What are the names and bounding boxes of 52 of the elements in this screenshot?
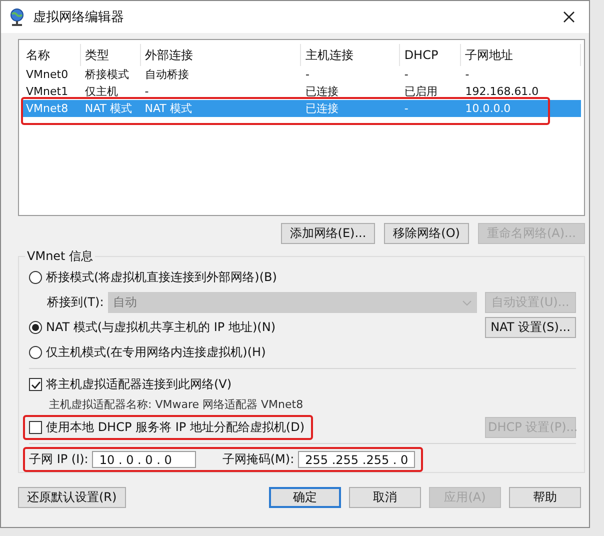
subnet-mask-field[interactable]: 255 .255 .255 . 0 <box>298 451 416 468</box>
column-header[interactable]: 主机连接 <box>301 44 400 66</box>
table-cell-text: 10.0.0.0 <box>464 102 512 115</box>
table-cell-text: 桥接模式 <box>84 67 130 82</box>
table-cell-text: NAT 模式 <box>84 101 134 116</box>
nat-settings-button[interactable]: NAT 设置(S)... <box>485 317 576 338</box>
radio-icon[interactable] <box>29 346 42 359</box>
table-cell-text: - <box>403 102 410 115</box>
adapter-name-text: 主机虚拟适配器名称: VMware 网络适配器 VMnet8 <box>48 397 304 412</box>
dhcp-option[interactable]: 使用本地 DHCP 服务将 IP 地址分配给虚拟机(D) <box>23 415 313 440</box>
column-header[interactable]: 类型 <box>80 44 141 66</box>
column-header[interactable]: 子网地址 <box>461 44 581 66</box>
table-cell-text: - <box>304 68 310 81</box>
table-cell-text: 自动桥接 <box>144 67 190 82</box>
table-cell-text: VMnet0 <box>25 68 70 81</box>
network-row[interactable]: VMnet1 仅主机 - 已连接 已启用 192.168.61.0 <box>22 83 581 100</box>
table-cell-text: 已连接 <box>304 84 340 99</box>
group-title: VMnet 信息 <box>26 248 94 265</box>
checkbox-label: 将主机虚拟适配器连接到此网络(V) <box>46 376 232 393</box>
restore-defaults-button[interactable]: 还原默认设置(R) <box>18 487 126 508</box>
dialog-button[interactable]: 帮助 <box>509 487 581 508</box>
dialog-button[interactable]: 取消 <box>349 487 421 508</box>
checkbox[interactable] <box>29 421 42 434</box>
table-cell-text: - <box>464 68 470 81</box>
globe-icon <box>9 8 25 26</box>
radio-icon[interactable] <box>29 321 42 334</box>
table-cell-text: 192.168.61.0 <box>464 85 540 98</box>
subnet-ip-field[interactable]: 10 . 0 . 0 . 0 <box>92 451 196 468</box>
chevron-icon <box>462 300 472 306</box>
table-cell-text: 仅主机 <box>84 84 119 99</box>
checkbox-label: 使用本地 DHCP 服务将 IP 地址分配给虚拟机(D) <box>46 419 305 436</box>
table-cell-text: 已启用 <box>403 84 438 99</box>
dialog-button[interactable]: 确定 <box>269 487 341 508</box>
bridge-to-label: 桥接到(T): <box>47 294 104 311</box>
table-cell-text: VMnet8 <box>25 102 70 115</box>
column-header[interactable]: 名称 <box>22 44 81 66</box>
column-header[interactable]: 外部连接 <box>140 44 302 66</box>
subnet-mask-label: 子网掩码(M): <box>222 451 294 468</box>
subnet-ip-label: 子网 IP (I): <box>29 451 88 468</box>
column-header[interactable]: DHCP <box>400 44 462 66</box>
table-cell-text: - <box>144 85 150 98</box>
radio-icon[interactable] <box>29 271 42 284</box>
close-icon[interactable] <box>563 11 575 23</box>
table-action-button[interactable]: 移除网络(O) <box>384 223 469 244</box>
table-cell-text: NAT 模式 <box>144 101 193 116</box>
network-row[interactable]: VMnet0 桥接模式 自动桥接 - - - <box>22 66 581 83</box>
window-title: 虚拟网络编辑器 <box>33 9 125 26</box>
table-cell-text: 已连接 <box>304 101 340 116</box>
checkbox[interactable] <box>29 378 42 391</box>
table-action-button[interactable]: 添加网络(E)... <box>280 223 376 244</box>
table-cell-text: - <box>403 68 410 81</box>
table-cell-text: VMnet1 <box>25 85 70 98</box>
